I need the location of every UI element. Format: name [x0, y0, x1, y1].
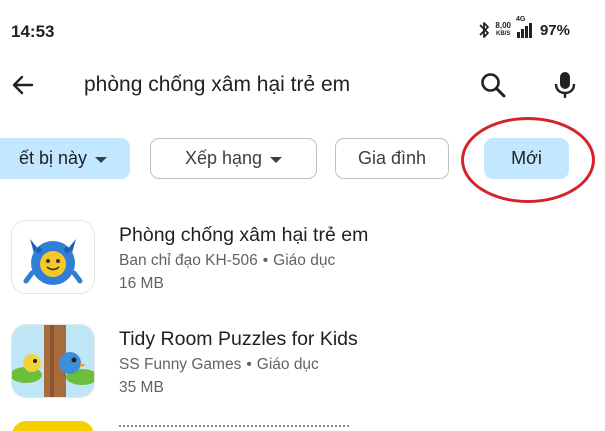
voice-search-button[interactable]	[548, 68, 582, 102]
chip-device[interactable]: ết bị này	[0, 138, 130, 179]
back-arrow-icon	[12, 75, 34, 95]
net-speed-value: 8,00	[495, 21, 511, 30]
app-size: 35 MB	[119, 379, 164, 396]
app-title: Phòng chống xâm hại trẻ em	[119, 224, 369, 246]
chip-family[interactable]: Gia đình	[335, 138, 449, 179]
chip-label: Gia đình	[357, 148, 427, 168]
network-type: 4G	[515, 16, 526, 23]
app-icon-partial	[12, 421, 94, 431]
back-button[interactable]	[6, 68, 40, 102]
list-item[interactable]: Phòng chống xâm hại trẻ em Ban chỉ đạo K…	[0, 216, 605, 316]
search-button[interactable]	[476, 68, 510, 102]
status-bar: 14:53 8,00 KB/S 4G 97%	[0, 0, 605, 60]
battery-percent: 97%	[539, 21, 570, 39]
app-category: Giáo dục	[256, 356, 319, 373]
status-icons: 8,00 KB/S 4G 97%	[477, 16, 570, 40]
app-meta: Ban chỉ đạo KH-506 • Giáo dục	[119, 252, 336, 269]
status-time: 14:53	[11, 22, 55, 41]
chip-rating[interactable]: Xếp hạng	[150, 138, 317, 179]
chevron-down-icon	[270, 156, 283, 163]
app-title-partial	[119, 425, 349, 431]
app-size: 16 MB	[119, 275, 164, 292]
list-item[interactable]: Tidy Room Puzzles for Kids SS Funny Game…	[0, 320, 605, 420]
red-circle-annotation	[461, 117, 595, 203]
net-speed: 8,00 KB/S	[495, 21, 511, 39]
signal-icon: 4G	[516, 16, 532, 38]
app-developer: Ban chỉ đạo KH-506	[119, 252, 258, 269]
search-icon	[481, 73, 506, 98]
search-input[interactable]: phòng chống xâm hại trẻ em	[84, 73, 350, 97]
blue-monster-mascot-icon	[12, 221, 94, 293]
app-title: Tidy Room Puzzles for Kids	[119, 328, 358, 350]
app-meta: SS Funny Games • Giáo dục	[119, 356, 319, 373]
bluetooth-icon	[479, 22, 490, 38]
app-developer: SS Funny Games	[119, 356, 242, 373]
list-item-partial[interactable]	[0, 421, 605, 431]
mic-icon	[554, 72, 576, 98]
net-speed-unit: KB/S	[496, 31, 511, 37]
chevron-down-icon	[95, 156, 108, 163]
search-bar: phòng chống xâm hại trẻ em	[0, 60, 605, 110]
chip-label: Xếp hạng	[184, 148, 263, 168]
birds-on-tree-icon	[12, 325, 94, 397]
chip-label: ết bị này	[18, 148, 88, 168]
app-category: Giáo dục	[273, 252, 336, 269]
